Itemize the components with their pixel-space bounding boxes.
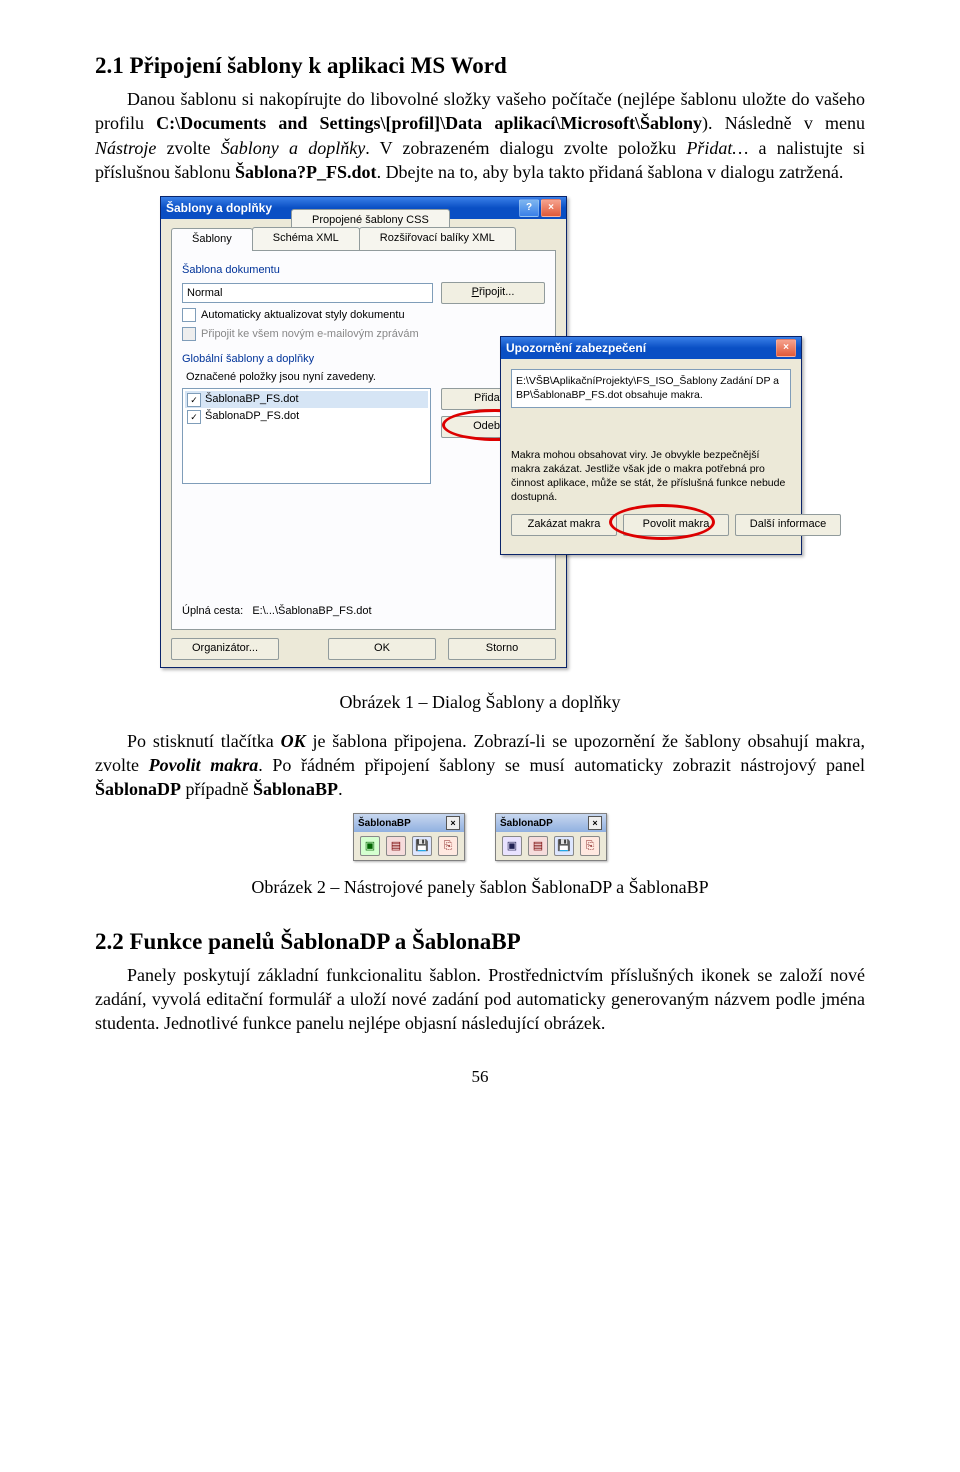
list-item[interactable]: ✓ ŠablonaBP_FS.dot [185, 391, 428, 408]
checkbox-icon: ✓ [187, 410, 201, 424]
new-doc-icon[interactable]: ▣ [360, 836, 380, 856]
doc-template-input[interactable]: Normal [182, 283, 433, 303]
toolbar-dp[interactable]: ŠablonaDP × ▣ ▤ 💾 ⎘ [495, 813, 607, 861]
section-heading-2-2: 2.2 Funkce panelů ŠablonaDP a ŠablonaBP [95, 926, 865, 957]
dialog-title: Šablony a doplňky [166, 197, 272, 219]
tab-xml-packs[interactable]: Rozšiřovací balíky XML [359, 227, 516, 250]
group-global-templates: Globální šablony a doplňky [182, 352, 545, 367]
form-icon[interactable]: ▤ [386, 836, 406, 856]
security-warning-text: Makra mohou obsahovat viry. Je obvykle b… [511, 448, 791, 505]
full-path-row: Úplná cesta: E:\...\ŠablonaBP_FS.dot [182, 604, 372, 619]
section-heading-2-1: 2.1 Připojení šablony k aplikaci MS Word [95, 50, 865, 81]
toolbar-dp-title: ŠablonaDP [500, 817, 553, 831]
group-global-sub: Označené položky jsou nyní zavedeny. [186, 370, 545, 385]
security-titlebar[interactable]: Upozornění zabezpečení × [501, 337, 801, 359]
tab-panel: Šablona dokumentu Normal Připojit... Aut… [171, 250, 556, 630]
security-dialog: Upozornění zabezpečení × E:\VŠB\Aplikačn… [500, 336, 802, 555]
page-number: 56 [95, 1066, 865, 1089]
attach-email-checkbox: Připojit ke všem novým e-mailovým zprává… [182, 327, 545, 342]
paragraph-1: Danou šablonu si nakopírujte do libovoln… [95, 87, 865, 184]
figure-1-caption: Obrázek 1 – Dialog Šablony a doplňky [95, 690, 865, 714]
checkbox-icon [182, 308, 196, 322]
paragraph-3: Panely poskytují základní funkcionalitu … [95, 963, 865, 1036]
paragraph-2: Po stisknutí tlačítka OK je šablona přip… [95, 729, 865, 802]
cancel-button[interactable]: Storno [448, 638, 556, 660]
more-info-button[interactable]: Další informace [735, 514, 841, 536]
security-path: E:\VŠB\AplikačníProjekty\FS_ISO_Šablony … [511, 369, 791, 407]
templates-listbox[interactable]: ✓ ŠablonaBP_FS.dot ✓ ŠablonaDP_FS.dot [182, 388, 431, 484]
tab-strip: Propojené šablony CSS Šablony Schéma XML… [171, 227, 560, 250]
group-doc-template: Šablona dokumentu [182, 263, 545, 278]
checkbox-icon [182, 327, 196, 341]
close-button[interactable]: × [541, 199, 561, 217]
ok-button[interactable]: OK [328, 638, 436, 660]
copy-icon[interactable]: ⎘ [438, 836, 458, 856]
figure-1: Šablony a doplňky ? × Propojené šablony … [160, 196, 800, 676]
checkbox-icon: ✓ [187, 393, 201, 407]
toolbar-bp[interactable]: ŠablonaBP × ▣ ▤ 💾 ⎘ [353, 813, 465, 861]
save-icon[interactable]: 💾 [554, 836, 574, 856]
form-icon[interactable]: ▤ [528, 836, 548, 856]
enable-macros-button[interactable]: Povolit makra [623, 514, 729, 536]
figure-2-caption: Obrázek 2 – Nástrojové panely šablon Šab… [95, 875, 865, 899]
attach-button[interactable]: Připojit... [441, 282, 545, 304]
copy-icon[interactable]: ⎘ [580, 836, 600, 856]
tab-xml-schema[interactable]: Schéma XML [252, 227, 360, 250]
disable-macros-button[interactable]: Zakázat makra [511, 514, 617, 536]
help-button[interactable]: ? [519, 199, 539, 217]
figure-2: ŠablonaBP × ▣ ▤ 💾 ⎘ ŠablonaDP × ▣ ▤ 💾 ⎘ [95, 813, 865, 861]
toolbar-bp-title: ŠablonaBP [358, 817, 411, 831]
toolbar-close-icon[interactable]: × [588, 816, 602, 830]
save-icon[interactable]: 💾 [412, 836, 432, 856]
toolbar-close-icon[interactable]: × [446, 816, 460, 830]
close-button[interactable]: × [776, 339, 796, 357]
new-doc-icon[interactable]: ▣ [502, 836, 522, 856]
list-item[interactable]: ✓ ŠablonaDP_FS.dot [185, 408, 428, 425]
auto-update-checkbox[interactable]: Automaticky aktualizovat styly dokumentu [182, 308, 545, 323]
security-title: Upozornění zabezpečení [506, 337, 646, 359]
organizer-button[interactable]: Organizátor... [171, 638, 279, 660]
tab-templates[interactable]: Šablony [171, 228, 253, 251]
